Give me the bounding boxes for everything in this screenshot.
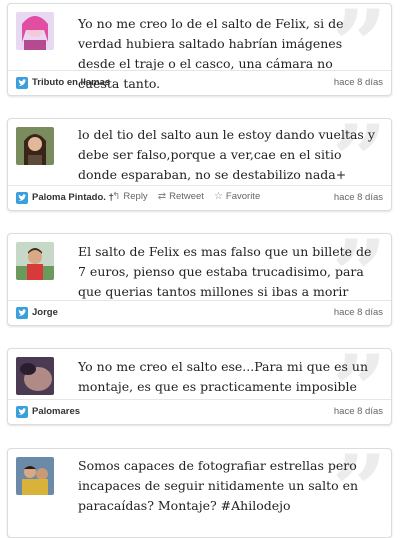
twitter-bird-icon bbox=[16, 192, 28, 204]
tweet-text: lo del tio del salto aun le estoy dando … bbox=[78, 127, 375, 182]
star-icon: ☆ bbox=[213, 191, 223, 202]
tweet-timestamp[interactable]: hace 8 días bbox=[334, 192, 383, 203]
reply-label: Reply bbox=[123, 191, 148, 202]
tweet-footer: Tributo en llamas hace 8 días bbox=[8, 70, 391, 95]
tweet-text: Somos capaces de fotografiar estrellas p… bbox=[78, 458, 359, 513]
retweet-icon: ⇄ bbox=[157, 191, 167, 202]
author-name: Paloma Pintado. bbox=[32, 192, 106, 203]
tweet-author[interactable]: Paloma Pintado. † bbox=[32, 192, 114, 203]
favorite-label: Favorite bbox=[225, 191, 261, 202]
tweet-footer: Palomares hace 8 días bbox=[8, 399, 391, 424]
tweet-author[interactable]: Tributo en llamas bbox=[32, 77, 110, 88]
tweet-card: ” Yo no me creo el salto ese...Para mi q… bbox=[7, 348, 392, 425]
avatar[interactable] bbox=[16, 357, 54, 395]
tweet-text: El salto de Felix es mas falso que un bi… bbox=[78, 244, 372, 299]
reply-button[interactable]: ↰ Reply bbox=[112, 191, 148, 202]
tweet-card: ” Yo no me creo lo de el salto de Felix,… bbox=[7, 3, 392, 96]
retweet-label: Retweet bbox=[169, 191, 204, 202]
tweet-timestamp[interactable]: hace 8 días bbox=[334, 77, 383, 88]
avatar[interactable] bbox=[16, 242, 54, 280]
tweet-author[interactable]: Jorge bbox=[32, 307, 58, 318]
avatar[interactable] bbox=[16, 12, 54, 50]
tweet-card: ” Somos capaces de fotografiar estrellas… bbox=[7, 448, 392, 538]
twitter-bird-icon bbox=[16, 307, 28, 319]
tweet-actions: ↰ Reply ⇄ Retweet ☆ Favorite bbox=[112, 191, 260, 202]
tweet-text: Yo no me creo el salto ese...Para mi que… bbox=[78, 359, 369, 394]
retweet-button[interactable]: ⇄ Retweet bbox=[158, 191, 204, 202]
tweet-card: ” lo del tio del salto aun le estoy dand… bbox=[7, 118, 392, 211]
tweet-footer: Jorge hace 8 días bbox=[8, 300, 391, 325]
twitter-bird-icon bbox=[16, 77, 28, 89]
tweet-timestamp[interactable]: hace 8 días bbox=[334, 307, 383, 318]
tweet-footer: Paloma Pintado. † ↰ Reply ⇄ Retweet ☆ Favor… bbox=[8, 185, 391, 210]
favorite-button[interactable]: ☆ Favorite bbox=[214, 191, 260, 202]
avatar[interactable] bbox=[16, 457, 54, 495]
twitter-bird-icon bbox=[16, 406, 28, 418]
tweet-author[interactable]: Palomares bbox=[32, 406, 80, 417]
avatar[interactable] bbox=[16, 127, 54, 165]
tweet-timestamp[interactable]: hace 8 días bbox=[334, 406, 383, 417]
tweet-card: ” El salto de Felix es mas falso que un … bbox=[7, 233, 392, 326]
reply-icon: ↰ bbox=[112, 191, 121, 202]
